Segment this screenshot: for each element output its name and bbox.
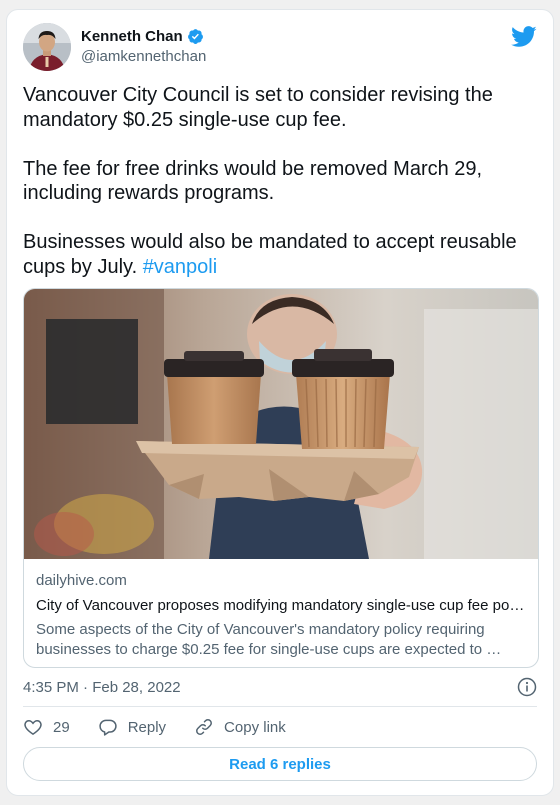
twitter-bird-icon[interactable] xyxy=(511,26,537,48)
like-button[interactable]: 29 xyxy=(23,717,70,737)
reply-button[interactable]: Reply xyxy=(98,717,166,737)
tweet-timestamp[interactable]: 4:35 PM · Feb 28, 2022 xyxy=(23,679,181,696)
divider xyxy=(23,706,537,707)
heart-icon xyxy=(24,719,42,735)
link-description: Some aspects of the City of Vancouver's … xyxy=(36,621,502,658)
tweet-body: Vancouver City Council is set to conside… xyxy=(23,84,517,278)
tweet-header: Kenneth Chan @iamkennethchan xyxy=(23,23,537,75)
reply-label: Reply xyxy=(127,718,167,736)
read-replies-button[interactable]: Read 6 replies xyxy=(23,747,537,781)
author-info: Kenneth Chan @iamkennethchan xyxy=(81,28,206,65)
action-bar: 29 Reply Copy link xyxy=(23,715,314,739)
author-name[interactable]: Kenneth Chan xyxy=(81,28,183,45)
copy-link-button[interactable]: Copy link xyxy=(194,717,286,737)
copy-link-label: Copy link xyxy=(224,718,286,736)
link-preview-image xyxy=(24,289,538,559)
link-preview-meta: dailyhive.com City of Vancouver proposes… xyxy=(36,572,526,660)
hashtag-link[interactable]: #vanpoli xyxy=(143,256,218,278)
author-handle[interactable]: @iamkennethchan xyxy=(81,48,206,65)
verified-badge-icon xyxy=(187,29,203,44)
link-preview-card[interactable]: dailyhive.com City of Vancouver proposes… xyxy=(23,288,539,668)
author-avatar[interactable] xyxy=(23,23,71,71)
link-title: City of Vancouver proposes modifying man… xyxy=(36,597,525,614)
tweet-text: Vancouver City Council is set to conside… xyxy=(23,83,539,279)
info-icon[interactable] xyxy=(517,677,537,697)
link-icon xyxy=(196,719,213,735)
tweet-card: Kenneth Chan @iamkennethchan Vancouver C… xyxy=(6,9,554,796)
link-domain: dailyhive.com xyxy=(36,572,127,589)
timestamp-row: 4:35 PM · Feb 28, 2022 xyxy=(23,676,537,698)
reply-bubble-icon xyxy=(99,719,117,736)
like-count: 29 xyxy=(53,718,70,736)
